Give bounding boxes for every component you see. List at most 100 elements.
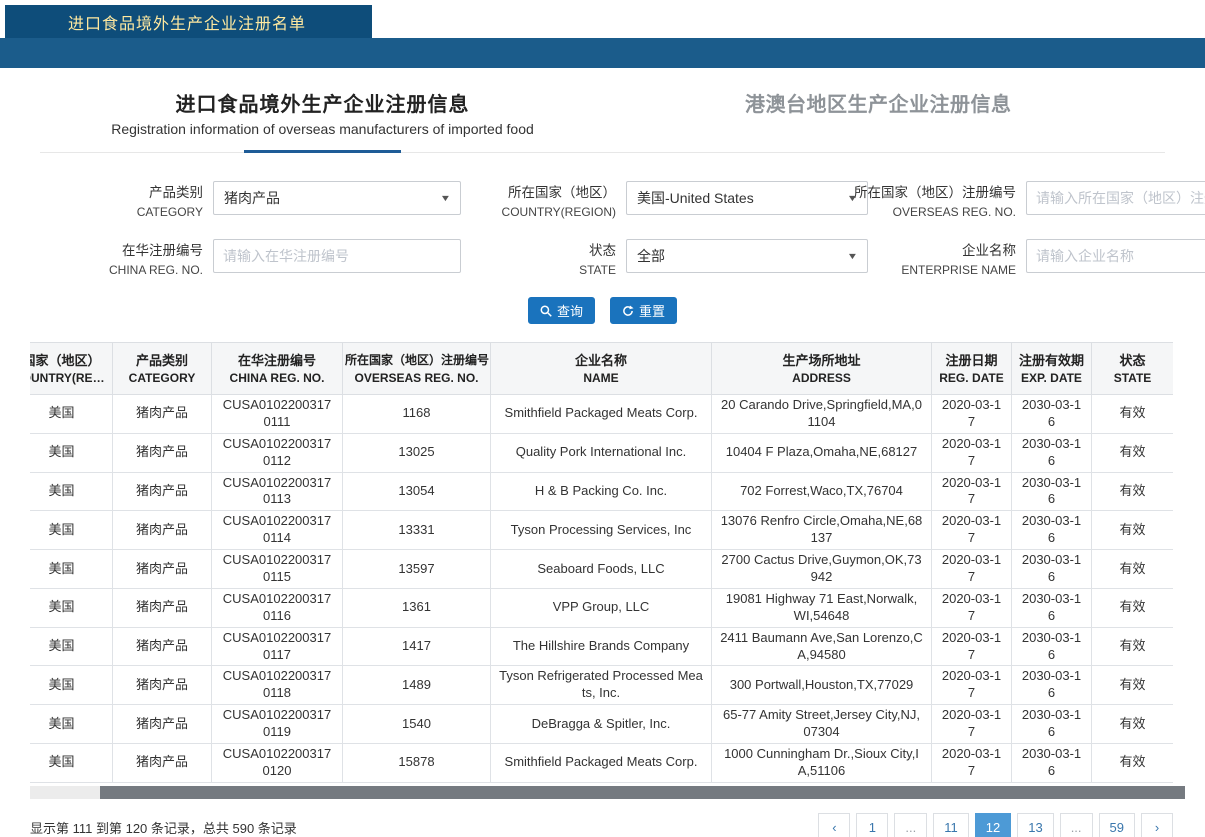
cell-name: Smithfield Packaged Meats Corp. xyxy=(491,744,712,783)
search-button[interactable]: 查询 xyxy=(528,297,595,324)
records-summary: 显示第 111 到第 120 条记录，总共 590 条记录 xyxy=(30,818,297,837)
state-select-value: 全部 xyxy=(637,246,665,266)
cell-category: 猪肉产品 xyxy=(113,550,212,589)
cell-overseas_reg_no: 13054 xyxy=(343,472,491,511)
cell-category: 猪肉产品 xyxy=(113,511,212,550)
cell-reg_date: 2020-03-17 xyxy=(932,433,1012,472)
cell-overseas_reg_no: 1417 xyxy=(343,627,491,666)
enterprise-name-input[interactable] xyxy=(1026,239,1205,273)
table-row: 美国猪肉产品CUSA010220031701161361VPP Group, L… xyxy=(30,588,1173,627)
cell-category: 猪肉产品 xyxy=(113,588,212,627)
cell-china_reg_no: CUSA01022003170117 xyxy=(212,627,343,666)
pagination-page-59[interactable]: 59 xyxy=(1099,813,1135,837)
column-header-exp_date: 注册有效期EXP. DATE xyxy=(1012,343,1092,395)
cell-category: 猪肉产品 xyxy=(113,705,212,744)
cell-country: 美国 xyxy=(30,627,113,666)
pagination-page-11[interactable]: 11 xyxy=(933,813,969,837)
action-buttons: 查询 重置 xyxy=(0,297,1205,324)
cell-country: 美国 xyxy=(30,705,113,744)
cell-address: 300 Portwall,Houston,TX,77029 xyxy=(712,666,932,705)
category-label-zh: 产品类别 xyxy=(149,181,203,201)
cell-china_reg_no: CUSA01022003170116 xyxy=(212,588,343,627)
cell-category: 猪肉产品 xyxy=(113,472,212,511)
cell-reg_date: 2020-03-17 xyxy=(932,588,1012,627)
column-header-state: 状态STATE xyxy=(1092,343,1174,395)
cell-overseas_reg_no: 15878 xyxy=(343,744,491,783)
cell-category: 猪肉产品 xyxy=(113,666,212,705)
overseas-reg-no-input[interactable] xyxy=(1026,181,1205,215)
tab-imported-food[interactable]: 进口食品境外生产企业注册信息 Registration information … xyxy=(90,93,555,152)
china-reg-no-label: 在华注册编号 CHINA REG. NO. xyxy=(30,239,203,277)
country-label-zh: 所在国家（地区） xyxy=(508,181,616,201)
cell-exp_date: 2030-03-16 xyxy=(1012,627,1092,666)
divider-line xyxy=(40,152,1165,153)
reset-button[interactable]: 重置 xyxy=(610,297,677,324)
pagination-ellipsis: ... xyxy=(894,813,927,837)
cell-overseas_reg_no: 13025 xyxy=(343,433,491,472)
column-header-country: 国家（地区）COUNTRY(REGION) xyxy=(30,343,113,395)
cell-category: 猪肉产品 xyxy=(113,395,212,434)
cell-china_reg_no: CUSA01022003170120 xyxy=(212,744,343,783)
china-reg-no-input[interactable] xyxy=(213,239,461,273)
cell-exp_date: 2030-03-16 xyxy=(1012,666,1092,705)
cell-name: Quality Pork International Inc. xyxy=(491,433,712,472)
cell-china_reg_no: CUSA01022003170115 xyxy=(212,550,343,589)
search-icon xyxy=(540,305,552,317)
pagination-next[interactable]: › xyxy=(1141,813,1173,837)
table-row: 美国猪肉产品CUSA010220031701111168Smithfield P… xyxy=(30,395,1173,434)
cell-overseas_reg_no: 1489 xyxy=(343,666,491,705)
pagination-page-13[interactable]: 13 xyxy=(1017,813,1053,837)
cell-state: 有效 xyxy=(1092,395,1174,434)
category-select[interactable]: 猪肉产品 ▼ xyxy=(213,181,461,215)
country-label-en: COUNTRY(REGION) xyxy=(502,205,616,219)
column-header-reg_date: 注册日期REG. DATE xyxy=(932,343,1012,395)
horizontal-scrollbar[interactable] xyxy=(30,786,1185,799)
cell-name: VPP Group, LLC xyxy=(491,588,712,627)
country-select[interactable]: 美国-United States ▼ xyxy=(626,181,868,215)
china-reg-no-label-en: CHINA REG. NO. xyxy=(109,263,203,277)
cell-exp_date: 2030-03-16 xyxy=(1012,395,1092,434)
enterprise-name-label: 企业名称 ENTERPRISE NAME xyxy=(868,239,1016,277)
column-header-china_reg_no: 在华注册编号CHINA REG. NO. xyxy=(212,343,343,395)
state-label: 状态 STATE xyxy=(470,239,616,277)
cell-name: DeBragga & Spitler, Inc. xyxy=(491,705,712,744)
cell-china_reg_no: CUSA01022003170114 xyxy=(212,511,343,550)
cell-reg_date: 2020-03-17 xyxy=(932,472,1012,511)
cell-name: Smithfield Packaged Meats Corp. xyxy=(491,395,712,434)
tab-hmt-region[interactable]: 港澳台地区生产企业注册信息 xyxy=(745,93,1012,117)
table-row: 美国猪肉产品CUSA0102200317011413331Tyson Proce… xyxy=(30,511,1173,550)
horizontal-scrollbar-thumb[interactable] xyxy=(100,786,1185,799)
pagination-prev[interactable]: ‹ xyxy=(818,813,850,837)
cell-reg_date: 2020-03-17 xyxy=(932,666,1012,705)
results-table-container: 国家（地区）COUNTRY(REGION)产品类别CATEGORY在华注册编号C… xyxy=(30,342,1173,783)
state-select[interactable]: 全部 ▼ xyxy=(626,239,868,273)
chevron-down-icon: ▼ xyxy=(847,251,859,261)
tab-strip: 进口食品境外生产企业注册信息 Registration information … xyxy=(0,68,1205,152)
app-title-tab[interactable]: 进口食品境外生产企业注册名单 xyxy=(5,5,372,38)
cell-state: 有效 xyxy=(1092,705,1174,744)
search-button-label: 查询 xyxy=(557,301,583,320)
cell-country: 美国 xyxy=(30,550,113,589)
cell-state: 有效 xyxy=(1092,511,1174,550)
country-select-value: 美国-United States xyxy=(637,188,754,208)
cell-exp_date: 2030-03-16 xyxy=(1012,744,1092,783)
cell-china_reg_no: CUSA01022003170113 xyxy=(212,472,343,511)
country-label: 所在国家（地区） COUNTRY(REGION) xyxy=(470,181,616,219)
table-row: 美国猪肉产品CUSA0102200317011313054H & B Packi… xyxy=(30,472,1173,511)
table-body: 美国猪肉产品CUSA010220031701111168Smithfield P… xyxy=(30,395,1173,783)
cell-category: 猪肉产品 xyxy=(113,627,212,666)
cell-exp_date: 2030-03-16 xyxy=(1012,433,1092,472)
pagination-page-12[interactable]: 12 xyxy=(975,813,1011,837)
cell-category: 猪肉产品 xyxy=(113,433,212,472)
pagination-page-1[interactable]: 1 xyxy=(856,813,888,837)
cell-china_reg_no: CUSA01022003170112 xyxy=(212,433,343,472)
state-label-zh: 状态 xyxy=(589,239,616,259)
cell-category: 猪肉产品 xyxy=(113,744,212,783)
cell-reg_date: 2020-03-17 xyxy=(932,744,1012,783)
cell-state: 有效 xyxy=(1092,744,1174,783)
cell-reg_date: 2020-03-17 xyxy=(932,550,1012,589)
category-label-en: CATEGORY xyxy=(137,205,203,219)
pagination: ‹1...111213...59› xyxy=(812,813,1173,837)
cell-address: 13076 Renfro Circle,Omaha,NE,68137 xyxy=(712,511,932,550)
cell-country: 美国 xyxy=(30,472,113,511)
